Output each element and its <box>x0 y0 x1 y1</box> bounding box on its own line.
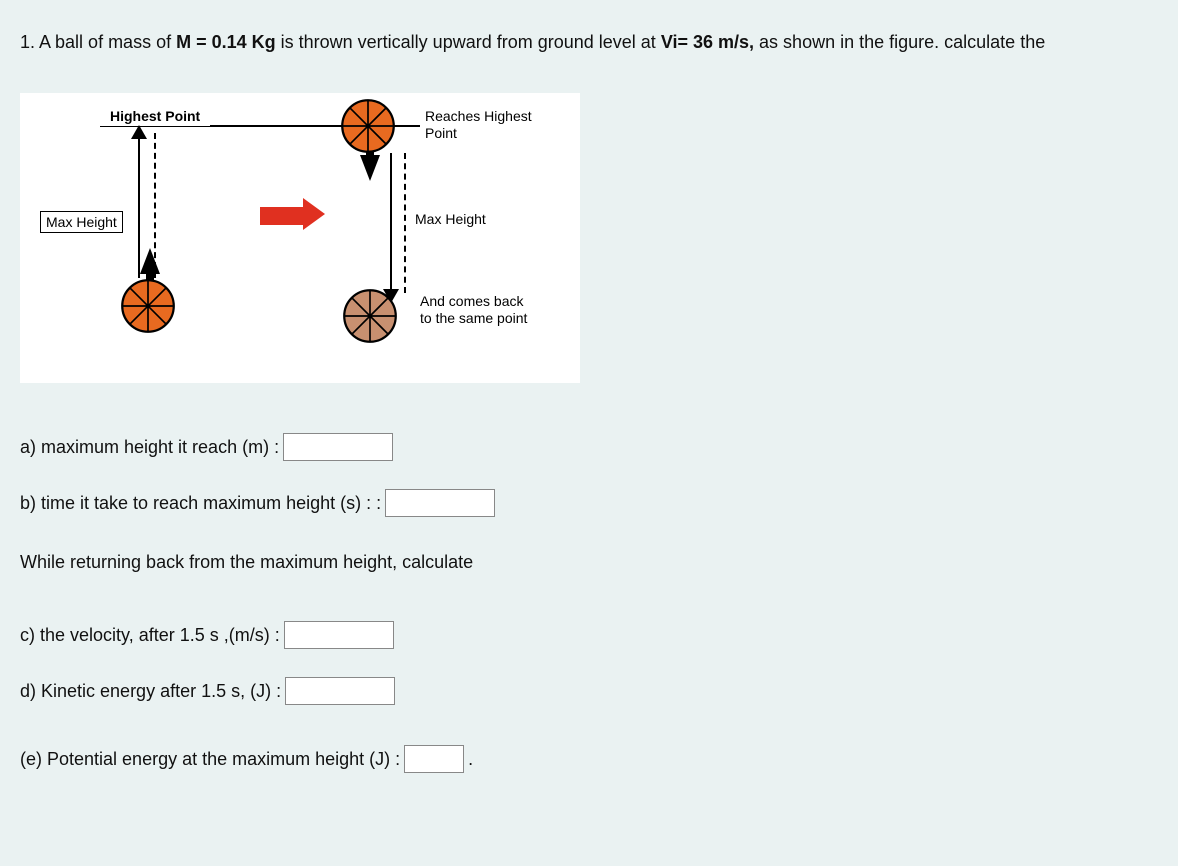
basketball-top-icon <box>340 98 396 154</box>
part-a-input[interactable] <box>283 433 393 461</box>
question-suffix: as shown in the figure. calculate the <box>754 32 1045 52</box>
basketball-bottom-left-icon <box>120 278 176 334</box>
dashed-line-right <box>404 153 406 293</box>
red-arrow-icon <box>260 205 325 237</box>
part-c-input[interactable] <box>284 621 394 649</box>
ball-arrow-down-icon <box>360 155 380 181</box>
label-reaches-highest: Reaches Highest Point <box>425 108 532 142</box>
question-mid: is thrown vertically upward from ground … <box>276 32 661 52</box>
ball-arrow-up-icon <box>140 248 160 274</box>
trajectory-line-right <box>390 153 392 293</box>
part-c-label: c) the velocity, after 1.5 s ,(m/s) : <box>20 625 280 646</box>
question-prefix: 1. A ball of mass of <box>20 32 176 52</box>
label-max-height-left: Max Height <box>40 211 123 233</box>
part-e-label: (e) Potential energy at the maximum heig… <box>20 749 400 770</box>
basketball-bottom-right-icon <box>342 288 398 344</box>
label-highest-point: Highest Point <box>100 108 210 127</box>
question-vi: Vi= 36 m/s, <box>661 32 754 52</box>
period: . <box>468 749 473 770</box>
part-c: c) the velocity, after 1.5 s ,(m/s) : <box>20 621 1158 649</box>
arrow-up-icon <box>131 125 147 139</box>
section-text: While returning back from the maximum he… <box>20 552 1158 573</box>
label-comes-back: And comes back to the same point <box>420 293 527 327</box>
question-intro: 1. A ball of mass of M = 0.14 Kg is thro… <box>20 32 1158 53</box>
part-b-label: b) time it take to reach maximum height … <box>20 493 381 514</box>
part-b: b) time it take to reach maximum height … <box>20 489 1158 517</box>
part-a-label: a) maximum height it reach (m) : <box>20 437 279 458</box>
question-mass: M = 0.14 Kg <box>176 32 276 52</box>
part-d: d) Kinetic energy after 1.5 s, (J) : <box>20 677 1158 705</box>
physics-diagram: Highest Point Max Height Reaches Highest… <box>20 93 580 383</box>
part-b-input[interactable] <box>385 489 495 517</box>
part-e: (e) Potential energy at the maximum heig… <box>20 745 1158 773</box>
part-d-input[interactable] <box>285 677 395 705</box>
label-max-height-right: Max Height <box>415 211 486 227</box>
part-a: a) maximum height it reach (m) : <box>20 433 1158 461</box>
part-d-label: d) Kinetic energy after 1.5 s, (J) : <box>20 681 281 702</box>
part-e-input[interactable] <box>404 745 464 773</box>
